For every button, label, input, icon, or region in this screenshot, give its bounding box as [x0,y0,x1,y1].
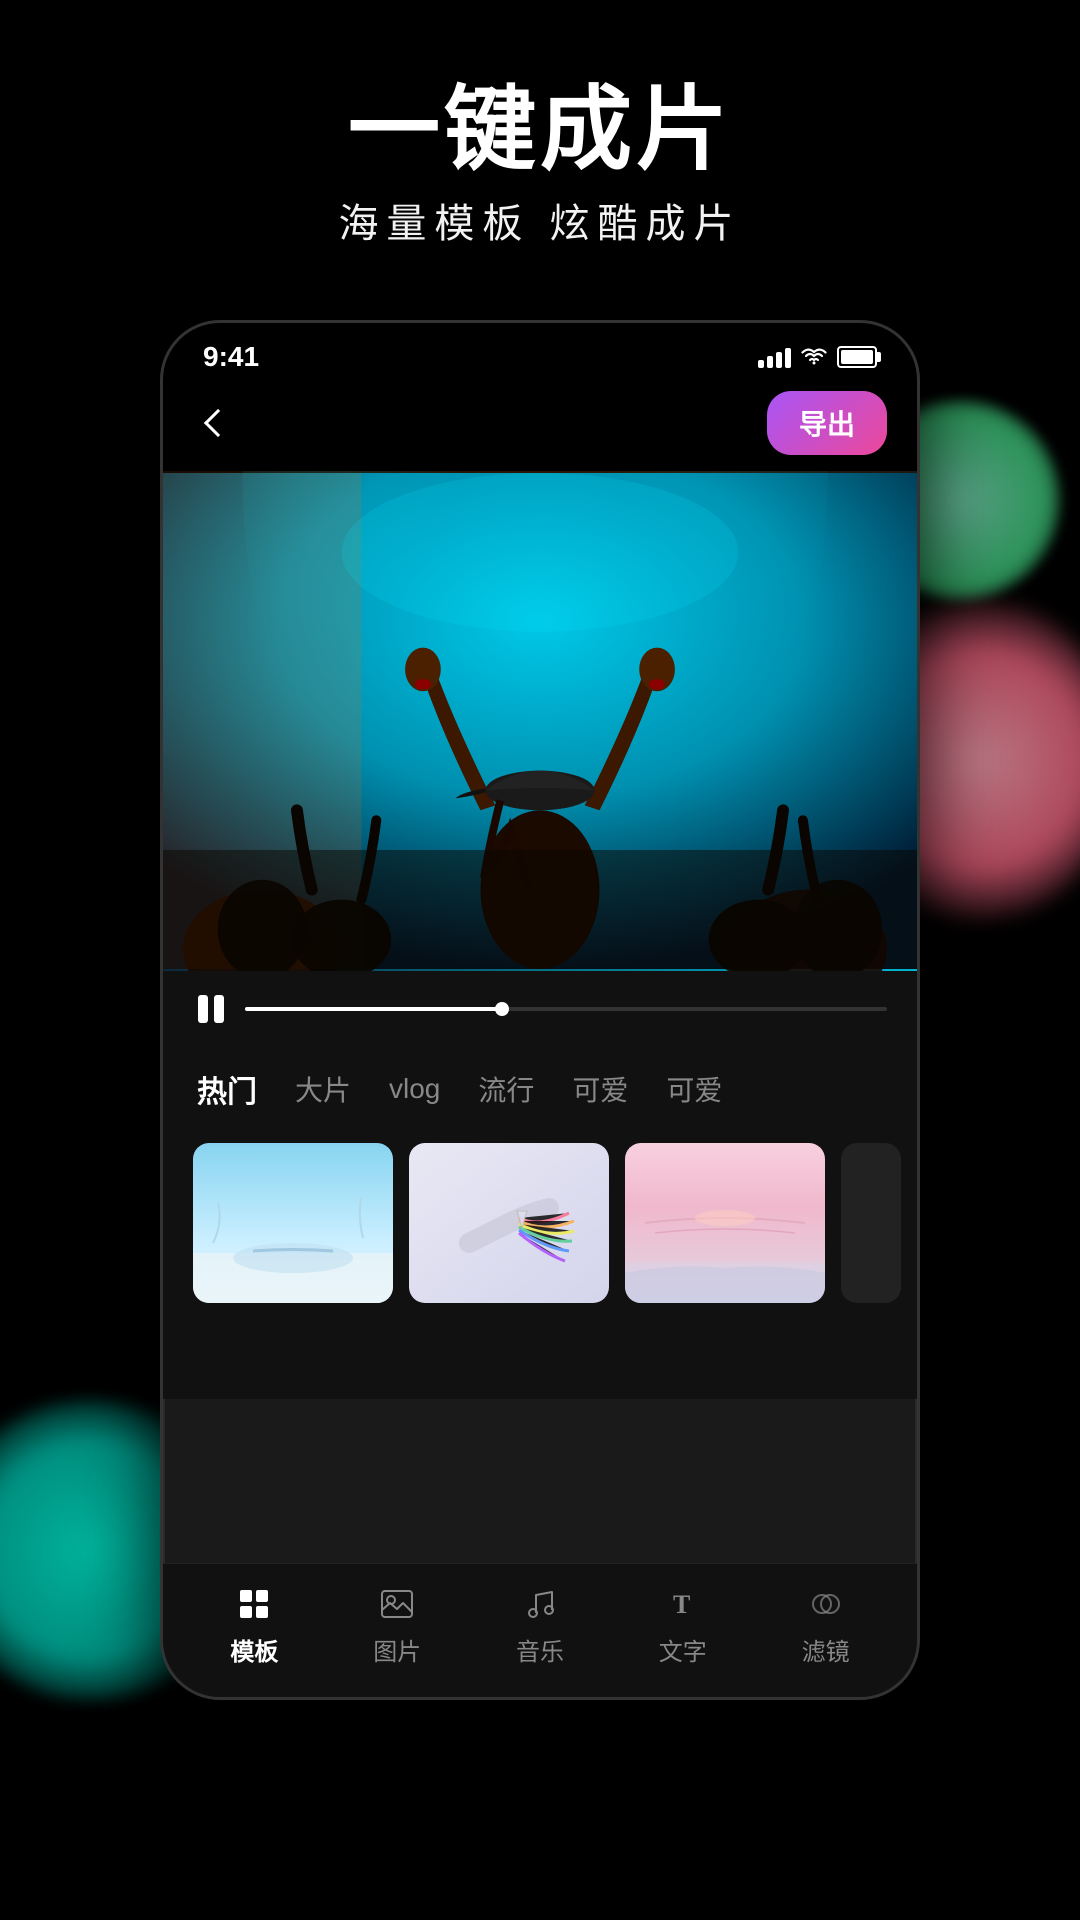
progress-fill [245,1007,502,1011]
text-icon: T [663,1584,703,1624]
category-tabs: 热门 大片 vlog 流行 可爱 可爱 [163,1051,917,1133]
playback-bar [163,971,917,1051]
status-bar: 9:41 [163,323,917,383]
export-button[interactable]: 导出 [767,391,887,455]
tab-bigshot[interactable]: 大片 [291,1063,355,1115]
top-nav: 导出 [163,383,917,471]
template-icon [234,1584,274,1624]
main-title: 一键成片 [0,80,1080,181]
template-item-4[interactable] [841,1143,901,1303]
tab-cute2[interactable]: 可爱 [662,1063,726,1115]
sub-title: 海量模板 炫酷成片 [0,191,1080,249]
bottom-nav: 模板 图片 音乐 [163,1563,917,1697]
tab-cute1[interactable]: 可爱 [568,1063,632,1115]
template-item-2[interactable] [409,1143,609,1303]
video-area [163,471,917,971]
progress-track[interactable] [245,1007,887,1011]
nav-item-image[interactable]: 图片 [347,1584,447,1667]
top-header: 一键成片 海量模板 炫酷成片 [0,80,1080,249]
battery-icon [837,346,877,368]
progress-thumb[interactable] [495,1002,509,1016]
phone-frame: 9:41 导出 [160,320,920,1700]
nav-item-filter[interactable]: 滤镜 [776,1584,876,1667]
tab-vlog[interactable]: vlog [385,1067,444,1111]
back-chevron-icon [204,409,232,437]
status-icons [758,346,877,368]
nav-label-template: 模板 [230,1632,278,1667]
template-item-3[interactable] [625,1143,825,1303]
nav-item-music[interactable]: 音乐 [490,1584,590,1667]
nav-item-template[interactable]: 模板 [204,1584,304,1667]
nav-label-image: 图片 [373,1632,421,1667]
template-grid [163,1133,917,1319]
nav-label-filter: 滤镜 [802,1632,850,1667]
svg-text:T: T [673,1590,690,1619]
pause-bar-right [214,995,224,1023]
timeline [193,991,887,1027]
wifi-icon [801,347,827,367]
template-item-1[interactable] [193,1143,393,1303]
back-button[interactable] [193,398,243,448]
filter-icon [806,1584,846,1624]
pause-button[interactable] [193,991,229,1027]
pause-bar-left [198,995,208,1023]
nav-item-text[interactable]: T 文字 [633,1584,733,1667]
tab-popular[interactable]: 流行 [474,1063,538,1115]
image-icon [377,1584,417,1624]
music-icon [520,1584,560,1624]
nav-label-music: 音乐 [516,1632,564,1667]
tab-hot[interactable]: 热门 [193,1061,261,1117]
status-time: 9:41 [203,341,259,373]
nav-label-text: 文字 [659,1632,707,1667]
signal-icon [758,346,791,368]
